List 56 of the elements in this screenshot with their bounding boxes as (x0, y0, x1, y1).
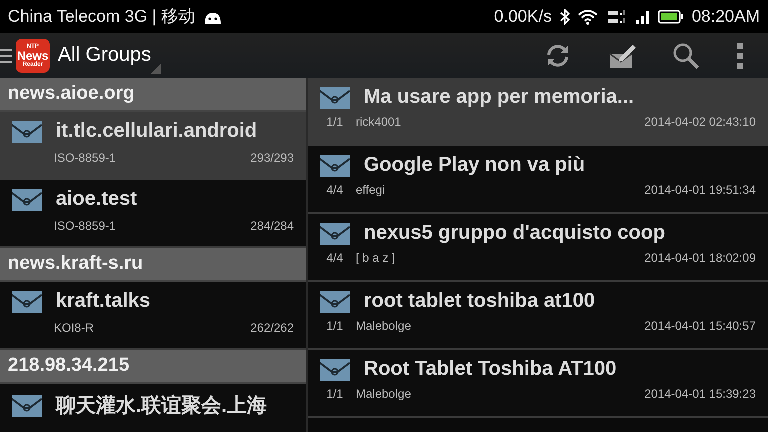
screen-title[interactable]: All Groups (58, 44, 152, 67)
thread-item[interactable]: Ma usare app per memoria... 1/1 rick4001 2014-04-02 02:43:10 (308, 78, 768, 146)
post-date: 2014-04-01 18:02:09 (644, 251, 756, 265)
article-count: 293/293 (250, 151, 294, 165)
newsgroup-name: aioe.test (56, 188, 138, 211)
newsgroup-name: kraft.talks (56, 290, 150, 313)
post-date: 2014-04-01 19:51:34 (644, 183, 756, 197)
battery-icon (658, 10, 684, 24)
thread-subject: Root Tablet Toshiba AT100 (364, 358, 617, 381)
reply-count: 4/4 (326, 183, 344, 197)
server-header: news.kraft-s.ru (0, 248, 306, 282)
network-speed: 0.00K/s (494, 6, 552, 26)
thread-subject: root tablet toshiba at100 (364, 290, 596, 313)
server-header: news.aioe.org (0, 78, 306, 112)
reply-count: 1/1 (326, 319, 344, 333)
post-date: 2014-04-01 15:39:23 (644, 387, 756, 401)
more-icon (736, 42, 744, 68)
signal-icon (606, 8, 650, 26)
envelope-icon (320, 154, 350, 176)
newsgroup-name: it.tlc.cellulari.android (56, 120, 258, 143)
envelope-icon (320, 358, 350, 380)
charset-label: ISO-8859-1 (54, 219, 116, 233)
carrier-label: China Telecom 3G | 移动 (8, 6, 196, 28)
bluetooth-icon (560, 8, 570, 24)
author-name: Malebolge (356, 319, 412, 333)
menu-icon[interactable] (0, 48, 12, 64)
thread-subject: Google Play non va più (364, 154, 586, 177)
reply-count: 1/1 (326, 387, 344, 401)
search-icon (672, 42, 700, 70)
thread-subject: nexus5 gruppo d'acquisto coop (364, 222, 666, 245)
author-name: rick4001 (356, 115, 402, 129)
article-count: 262/262 (250, 321, 294, 335)
wifi-icon (578, 8, 598, 24)
charset-label: ISO-8859-1 (54, 151, 116, 165)
reply-count: 1/1 (326, 115, 344, 129)
post-date: 2014-04-02 02:43:10 (644, 115, 756, 129)
author-name: effegi (356, 183, 386, 197)
envelope-icon (320, 290, 350, 312)
envelope-icon (12, 290, 42, 312)
envelope-icon (320, 86, 350, 108)
clock: 08:20AM (692, 6, 760, 26)
author-name: [ b a z ] (356, 251, 396, 265)
newsgroup-item[interactable]: it.tlc.cellulari.android ISO-8859-1 293/293 (0, 112, 306, 180)
charset-label: KOI8-R (54, 321, 94, 335)
envelope-icon (12, 120, 42, 142)
reply-count: 4/4 (326, 251, 344, 265)
dropdown-corner-icon (151, 64, 162, 74)
envelope-icon (12, 394, 42, 416)
envelope-icon (12, 188, 42, 210)
article-count: 284/284 (250, 219, 294, 233)
author-name: Malebolge (356, 387, 412, 401)
server-header: 218.98.34.215 (0, 350, 306, 384)
newsgroup-name: 聊天灌水.联谊聚会.上海 (56, 394, 268, 419)
thread-subject: Ma usare app per memoria... (364, 86, 634, 109)
post-date: 2014-04-01 15:40:57 (644, 319, 756, 333)
envelope-icon (320, 222, 350, 244)
